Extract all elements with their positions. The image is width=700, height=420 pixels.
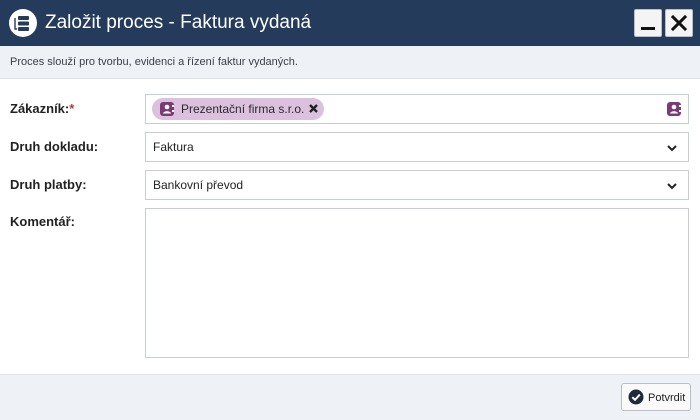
required-mark: * [69,101,75,116]
document-type-label: Druh dokladu: [10,139,99,154]
comment-label: Komentář: [10,214,76,229]
chevron-down-icon [667,145,677,152]
document-type-value: Faktura [153,140,194,154]
comment-textarea[interactable] [145,208,689,358]
window-title: Založit proces - Faktura vydaná [45,12,312,33]
customer-field[interactable]: Prezentační firma s.r.o. [145,94,689,124]
remove-x-icon[interactable] [308,103,319,114]
window-titlebar: Založit proces - Faktura vydaná [0,0,700,46]
process-description: Proces slouží pro tvorbu, evidenci a říz… [10,56,298,68]
contact-card-icon[interactable] [666,101,682,117]
process-description-bar: Proces slouží pro tvorbu, evidenci a říz… [0,46,700,79]
customer-label-text: Zákazník: [10,101,70,116]
payment-type-label: Druh platby: [10,177,87,192]
close-button[interactable] [665,9,693,37]
check-circle-icon [628,389,644,405]
customer-chip-label: Prezentační firma s.r.o. [181,102,305,116]
payment-type-select[interactable]: Bankovní převod [145,170,689,200]
customer-chip[interactable]: Prezentační firma s.r.o. [152,98,324,120]
chevron-down-icon [667,183,677,190]
payment-type-value: Bankovní převod [153,178,244,192]
contact-card-icon [160,102,174,116]
customer-label: Zákazník:* [10,101,74,116]
close-icon [670,14,688,32]
document-type-select[interactable]: Faktura [145,132,689,162]
dialog-footer: Potvrdit [0,374,700,420]
minimize-button[interactable] [634,9,662,37]
confirm-button[interactable]: Potvrdit [621,383,691,411]
process-icon [9,9,37,37]
minimize-icon [641,27,655,30]
confirm-button-label: Potvrdit [648,392,686,404]
